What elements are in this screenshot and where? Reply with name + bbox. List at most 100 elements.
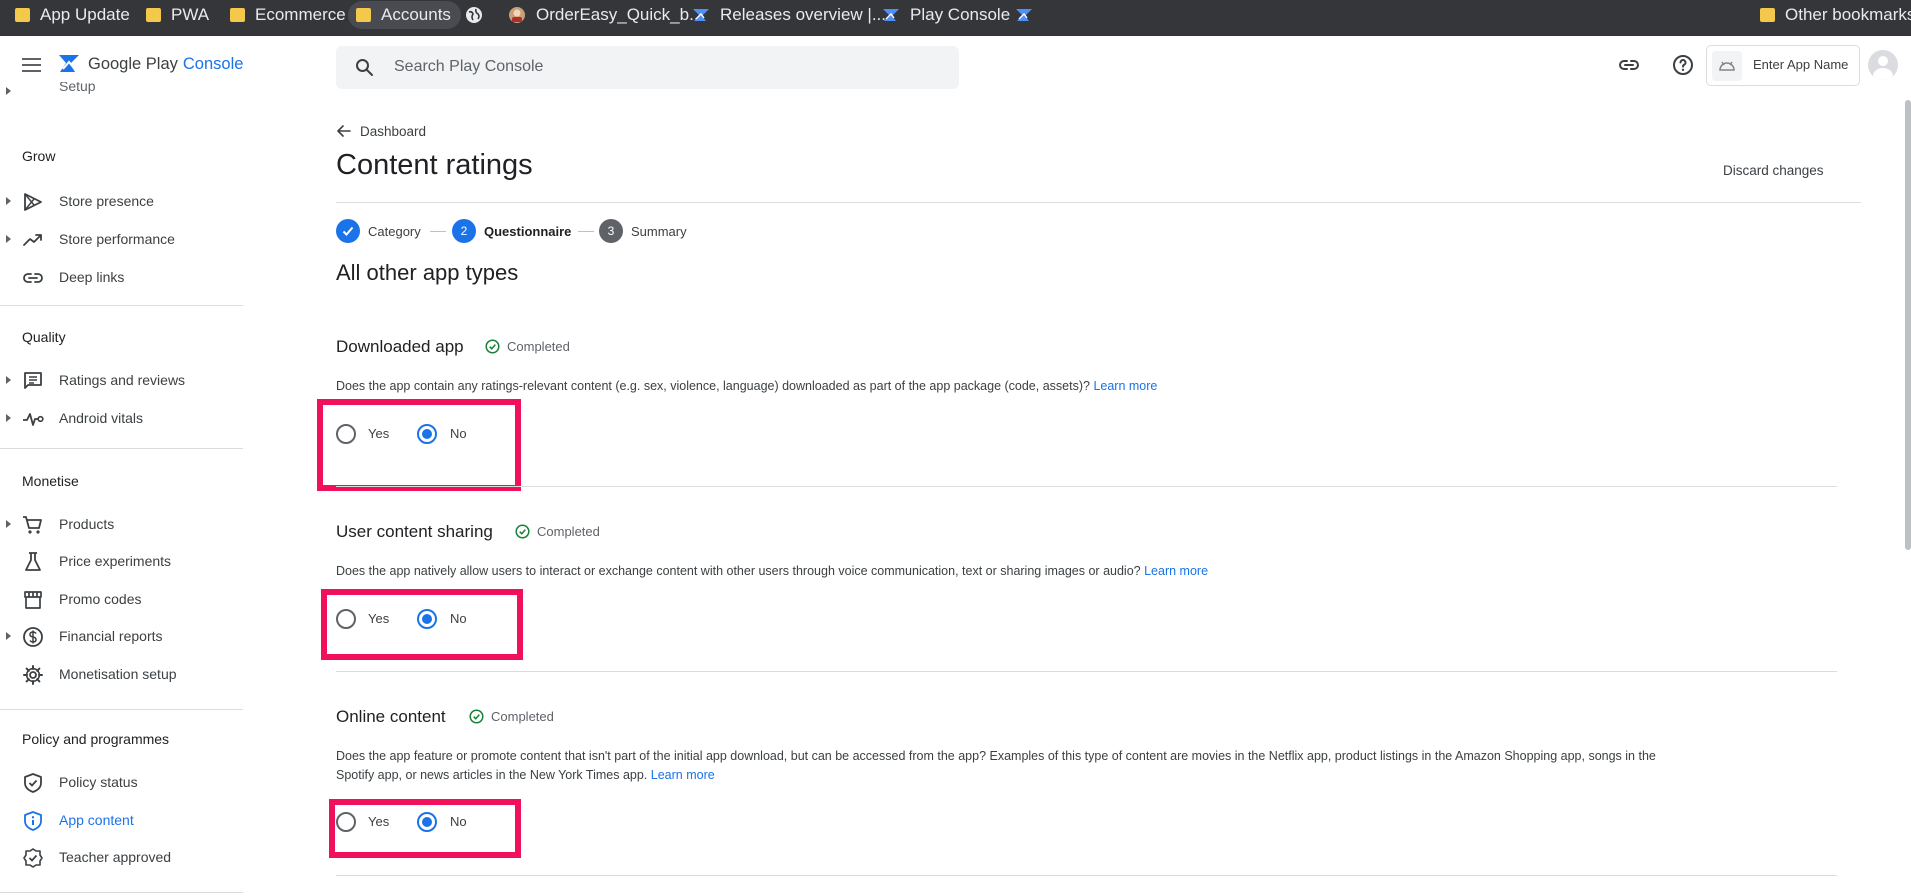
step-connector [578, 231, 594, 232]
expand-caret-icon [6, 414, 11, 422]
check-circle-icon [515, 524, 530, 539]
store-presence-icon [24, 193, 42, 211]
title-divider [336, 202, 1861, 203]
learn-more-link[interactable]: Learn more [1093, 379, 1157, 393]
completed-badge: Completed [469, 709, 554, 724]
bookmark-other-bookmarks[interactable]: Other bookmarks [1760, 0, 1911, 30]
sidebar-item-store-performance[interactable]: Store performance [0, 224, 245, 254]
check-circle-icon [485, 339, 500, 354]
question-title-user-content-sharing: User content sharing [336, 522, 493, 541]
sidebar-item-price-experiments[interactable]: Price experiments [0, 546, 245, 576]
radio-no-label: No [450, 814, 467, 829]
bookmark-play-console-2[interactable] [1015, 0, 1043, 30]
step-category-label: Category [368, 224, 421, 239]
play-console-logo-icon [59, 55, 79, 72]
step-questionnaire-label: Questionnaire [484, 224, 572, 239]
bookmark-pwa[interactable]: PWA [146, 0, 209, 30]
bookmark-globe[interactable] [465, 0, 483, 30]
reviews-icon [24, 372, 42, 389]
question-title-online-content: Online content [336, 707, 446, 726]
sidebar-item-policy-status[interactable]: Policy status [0, 767, 245, 797]
sidebar-item-financial-reports[interactable]: Financial reports [0, 621, 245, 651]
radio-yes[interactable] [336, 609, 356, 629]
play-console-icon [883, 9, 899, 21]
bookmark-ecommerce[interactable]: Ecommerce [230, 0, 346, 30]
question-divider [336, 875, 1837, 876]
highlight-box [317, 399, 521, 491]
help-icon[interactable] [1671, 53, 1695, 82]
sidebar-item-ratings-and-reviews[interactable]: Ratings and reviews [0, 365, 245, 395]
search-input[interactable]: Search Play Console [394, 58, 543, 76]
question-text-continued: Spotify app, or news articles in the New… [336, 768, 715, 782]
sidebar-item-promo-codes[interactable]: Promo codes [0, 584, 245, 614]
expand-caret-icon [6, 632, 11, 640]
completed-badge: Completed [485, 339, 570, 354]
question-divider [336, 486, 1837, 487]
sidebar-divider [0, 448, 243, 449]
arrow-back-icon [337, 125, 351, 137]
radio-yes-label: Yes [368, 814, 390, 829]
play-console-icon [1016, 9, 1032, 21]
check-circle-icon [469, 709, 484, 724]
sidebar-item-deep-links[interactable]: Deep links [0, 262, 245, 292]
step-summary-number: 3 [599, 219, 623, 243]
radio-no[interactable] [417, 424, 437, 444]
bookmark-app-update[interactable]: App Update [15, 0, 130, 30]
radio-yes-label: Yes [368, 611, 390, 626]
search-icon [356, 59, 373, 76]
sidebar-item-store-presence[interactable]: Store presence [0, 186, 245, 216]
discard-changes-button[interactable]: Discard changes [1723, 163, 1824, 178]
cart-icon [23, 516, 42, 534]
link-icon[interactable] [1617, 53, 1641, 82]
folder-icon [1760, 8, 1775, 22]
sidebar: Setup Grow Store presence Store performa… [0, 82, 245, 896]
scrollbar-thumb[interactable] [1905, 100, 1911, 550]
sidebar-section-grow: Grow [22, 148, 56, 164]
page-title: Content ratings [336, 149, 533, 181]
radio-no-label: No [450, 426, 467, 441]
sidebar-divider [0, 305, 243, 306]
bookmark-ordereasy[interactable]: OrderEasy_Quick_b... [508, 0, 703, 30]
bookmark-accounts[interactable]: Accounts [348, 1, 461, 29]
question-text: Does the app contain any ratings-relevan… [336, 379, 1158, 393]
sidebar-item-app-content[interactable]: App content [0, 805, 245, 835]
folder-icon [146, 8, 161, 22]
brand-google-play: Google Play [88, 54, 178, 73]
sidebar-item-android-vitals[interactable]: Android vitals [0, 403, 245, 433]
sidebar-section-quality: Quality [22, 329, 66, 345]
sidebar-item-teacher-approved[interactable]: Teacher approved [0, 842, 245, 872]
step-questionnaire-number: 2 [452, 219, 476, 243]
radio-yes[interactable] [336, 812, 356, 832]
avatar[interactable] [1868, 50, 1898, 80]
radio-no[interactable] [417, 812, 437, 832]
sidebar-item-monetisation-setup[interactable]: Monetisation setup [0, 659, 245, 689]
radio-yes[interactable] [336, 424, 356, 444]
sidebar-item-setup[interactable]: Setup [0, 82, 245, 108]
step-category-check-icon [336, 219, 360, 243]
question-divider [336, 671, 1837, 672]
sidebar-item-products[interactable]: Products [0, 509, 245, 539]
flask-icon [25, 552, 41, 571]
learn-more-link[interactable]: Learn more [651, 768, 715, 782]
learn-more-link[interactable]: Learn more [1144, 564, 1208, 578]
android-app-icon [1712, 51, 1742, 81]
dollar-icon [23, 627, 43, 647]
sidebar-section-monetise: Monetise [22, 473, 79, 489]
search-bar[interactable]: Search Play Console [336, 46, 959, 89]
bookmark-play-console[interactable]: Play Console [882, 0, 1010, 30]
badge-check-icon [23, 848, 43, 868]
app-picker[interactable]: Enter App Name [1706, 45, 1860, 86]
app-picker-label: Enter App Name [1753, 57, 1849, 72]
radio-no[interactable] [417, 609, 437, 629]
question-text: Does the app feature or promote content … [336, 749, 1656, 763]
bookmark-releases-overview[interactable]: Releases overview |... [692, 0, 886, 30]
play-console-logo[interactable]: Google Play Console [57, 52, 243, 76]
sidebar-section-policy: Policy and programmes [22, 731, 170, 747]
brand-console: Console [182, 54, 244, 73]
menu-icon[interactable] [22, 57, 42, 73]
back-to-dashboard-link[interactable]: Dashboard [336, 123, 426, 139]
section-title: All other app types [336, 260, 519, 285]
expand-caret-icon [6, 520, 11, 528]
shield-check-icon [24, 773, 42, 793]
radio-no-label: No [450, 611, 467, 626]
